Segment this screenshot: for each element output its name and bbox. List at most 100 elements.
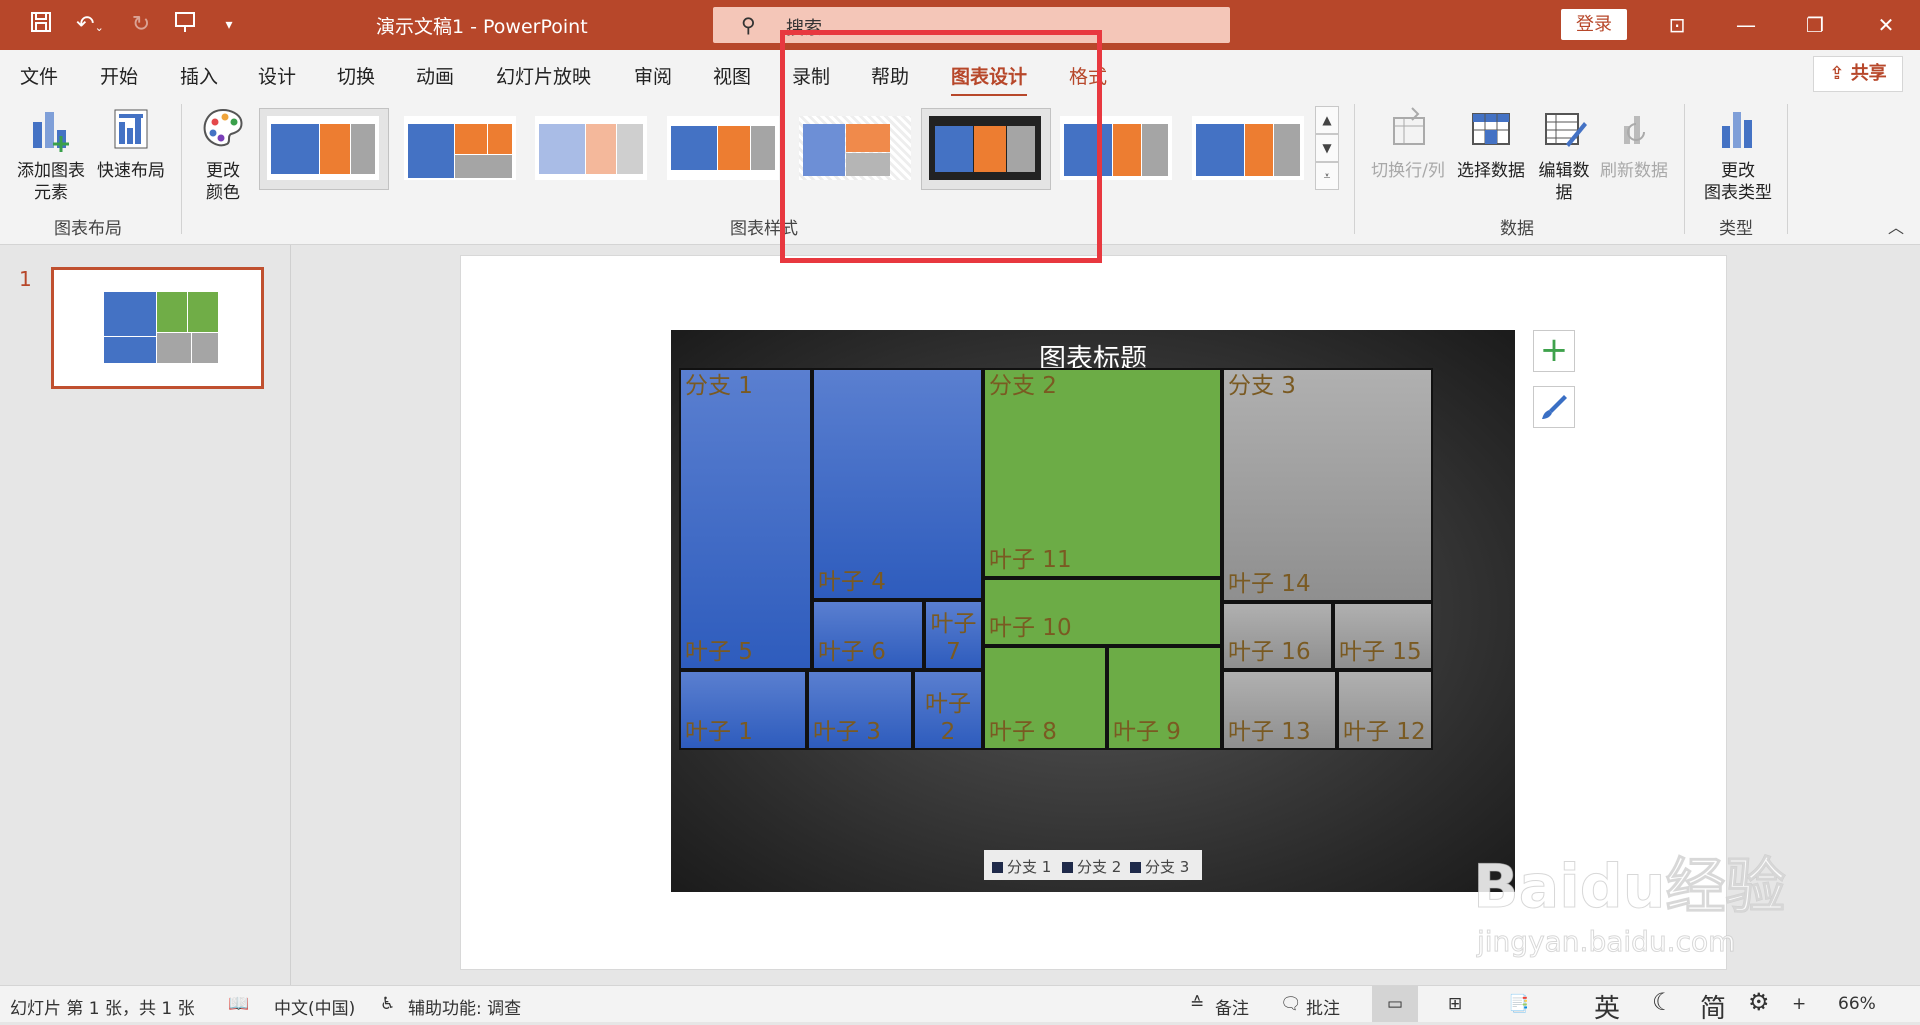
style-thumb <box>667 116 779 180</box>
add-chart-element-button[interactable]: 添加图表 元素 <box>12 104 90 204</box>
thumb-chart <box>104 292 218 363</box>
treemap-node[interactable]: 叶子 2 <box>913 670 983 750</box>
settings-gear-icon[interactable]: ⚙ <box>1748 988 1770 1016</box>
treemap-node[interactable]: 分支 1 叶子 5 <box>679 368 812 670</box>
collapse-ribbon-icon[interactable]: ︿ <box>1888 214 1904 238</box>
zoom-in-icon[interactable]: + <box>1792 994 1806 1014</box>
edit-data-button[interactable]: 编辑数 据 <box>1533 104 1595 204</box>
branch-label: 分支 3 <box>1228 373 1296 399</box>
undo-icon[interactable]: ↶⌄ <box>70 10 110 40</box>
accessibility-status[interactable]: 辅助功能: 调查 <box>408 994 521 1019</box>
notes-button[interactable]: 备注 <box>1215 994 1249 1019</box>
tab-view[interactable]: 视图 <box>713 62 751 89</box>
treemap-node[interactable]: 叶子 3 <box>807 670 913 750</box>
moon-icon[interactable]: ☾ <box>1652 988 1674 1016</box>
minimize-icon[interactable]: — <box>1726 10 1766 40</box>
treemap-node[interactable]: 叶子 15 <box>1333 602 1433 670</box>
legend-swatch <box>1130 862 1141 873</box>
accessibility-icon[interactable]: ♿ <box>380 994 395 1014</box>
chart-style-8[interactable] <box>1184 108 1314 190</box>
branch-label: 分支 1 <box>685 373 753 399</box>
select-data-label: 选择数据 <box>1457 161 1525 181</box>
restore-icon[interactable]: ❐ <box>1795 10 1835 40</box>
customize-qat-icon[interactable]: ▾ <box>214 10 244 40</box>
spellcheck-icon[interactable]: 📖 <box>228 994 249 1014</box>
quick-layout-label: 快速布局 <box>97 161 165 181</box>
treemap-node[interactable]: 叶子 10 <box>983 578 1222 646</box>
treemap-node[interactable]: 叶子 12 <box>1337 670 1433 750</box>
share-button[interactable]: ⇪ 共享 <box>1813 56 1903 92</box>
chart-elements-plus-icon[interactable]: + <box>1533 330 1575 372</box>
tab-review[interactable]: 审阅 <box>634 62 672 89</box>
legend-item: 分支 3 <box>1130 856 1189 877</box>
chart-style-1[interactable] <box>259 108 389 190</box>
tab-file[interactable]: 文件 <box>20 62 58 89</box>
present-icon[interactable] <box>170 10 200 40</box>
slide-number: 1 <box>19 267 32 291</box>
slide-sorter-icon[interactable]: ⊞ <box>1448 994 1462 1014</box>
notes-icon[interactable]: ≙ <box>1190 994 1204 1014</box>
ime-simplified-indicator[interactable]: 简 <box>1700 988 1726 1025</box>
chart-legend[interactable]: 分支 1 分支 2 分支 3 <box>984 850 1202 880</box>
tab-animations[interactable]: 动画 <box>416 62 454 89</box>
save-icon[interactable] <box>26 10 56 40</box>
change-colors-button[interactable]: 更改 颜色 <box>193 104 253 204</box>
change-chart-type-button[interactable]: 更改 图表类型 <box>1696 104 1780 204</box>
close-icon[interactable]: ✕ <box>1866 10 1906 40</box>
leaf-label: 叶子 7 <box>930 611 977 665</box>
slide-thumbnail[interactable] <box>51 267 264 389</box>
treemap-node[interactable]: 叶子 13 <box>1222 670 1337 750</box>
tab-insert[interactable]: 插入 <box>180 62 218 89</box>
group-chart-layout: 图表布局 <box>54 219 122 239</box>
document-title: 演示文稿1 - PowerPoint <box>376 16 588 38</box>
treemap-node[interactable]: 叶子 9 <box>1107 646 1222 750</box>
language-status[interactable]: 中文(中国) <box>274 994 355 1019</box>
chart-styles-brush-icon[interactable] <box>1533 386 1575 428</box>
ribbon-display-icon[interactable]: ⊡ <box>1657 10 1697 40</box>
legend-label: 分支 1 <box>1007 858 1052 876</box>
divider <box>1684 104 1685 234</box>
treemap-node[interactable]: 分支 2 叶子 11 <box>983 368 1222 578</box>
legend-label: 分支 3 <box>1145 858 1190 876</box>
tab-transitions[interactable]: 切换 <box>337 62 375 89</box>
gallery-down-icon[interactable]: ▼ <box>1315 134 1339 162</box>
add-element-icon <box>33 112 69 152</box>
gallery-more-icon[interactable]: ⩡ <box>1315 162 1339 190</box>
tab-slideshow[interactable]: 幻灯片放映 <box>496 62 591 89</box>
gallery-up-icon[interactable]: ▲ <box>1315 106 1339 134</box>
comments-button[interactable]: 批注 <box>1306 994 1340 1019</box>
reading-view-icon[interactable]: 📑 <box>1508 994 1529 1014</box>
login-button[interactable]: 登录 <box>1561 9 1627 40</box>
treemap-node[interactable]: 叶子 6 <box>812 600 924 670</box>
treemap-node[interactable]: 叶子 7 <box>924 600 983 670</box>
treemap-chart[interactable]: 图表标题 分支 1 叶子 5 叶子 4 叶子 6 叶子 7 叶子 1 叶子 3 叶子 2 分支 … <box>671 330 1515 892</box>
annotation-highlight <box>780 30 1102 263</box>
chart-style-3[interactable] <box>527 108 657 190</box>
treemap-node[interactable]: 叶子 4 <box>812 368 983 600</box>
treemap-node[interactable]: 分支 3 叶子 14 <box>1222 368 1433 602</box>
treemap-node[interactable]: 叶子 8 <box>983 646 1107 750</box>
leaf-label: 叶子 3 <box>813 719 881 745</box>
chart-style-2[interactable] <box>396 108 526 190</box>
refresh-data-button[interactable]: 刷新数据 <box>1597 104 1671 182</box>
redo-icon[interactable]: ↻ <box>126 10 156 40</box>
chart-style-4[interactable] <box>659 108 789 190</box>
quick-layout-button[interactable]: 快速布局 <box>92 104 170 182</box>
treemap-node[interactable]: 叶子 16 <box>1222 602 1333 670</box>
switch-row-column-button[interactable]: 切换行/列 <box>1368 104 1448 182</box>
normal-view-icon[interactable]: ▭ <box>1372 986 1418 1022</box>
leaf-label: 叶子 14 <box>1228 571 1311 597</box>
switch-row-col-icon <box>1393 107 1425 145</box>
select-data-button[interactable]: 选择数据 <box>1453 104 1529 182</box>
tab-home[interactable]: 开始 <box>100 62 138 89</box>
treemap-node[interactable]: 叶子 1 <box>679 670 807 750</box>
zoom-level[interactable]: 66% <box>1838 994 1876 1014</box>
leaf-label: 叶子 15 <box>1339 639 1422 665</box>
change-chart-type-label: 更改 图表类型 <box>1704 161 1772 203</box>
leaf-label: 叶子 13 <box>1228 719 1311 745</box>
legend-item: 分支 2 <box>1062 856 1121 877</box>
tab-design[interactable]: 设计 <box>258 62 296 89</box>
ime-english-indicator[interactable]: 英 <box>1594 988 1620 1025</box>
group-type: 类型 <box>1719 219 1753 239</box>
comments-icon[interactable]: 🗨 <box>1280 994 1302 1014</box>
